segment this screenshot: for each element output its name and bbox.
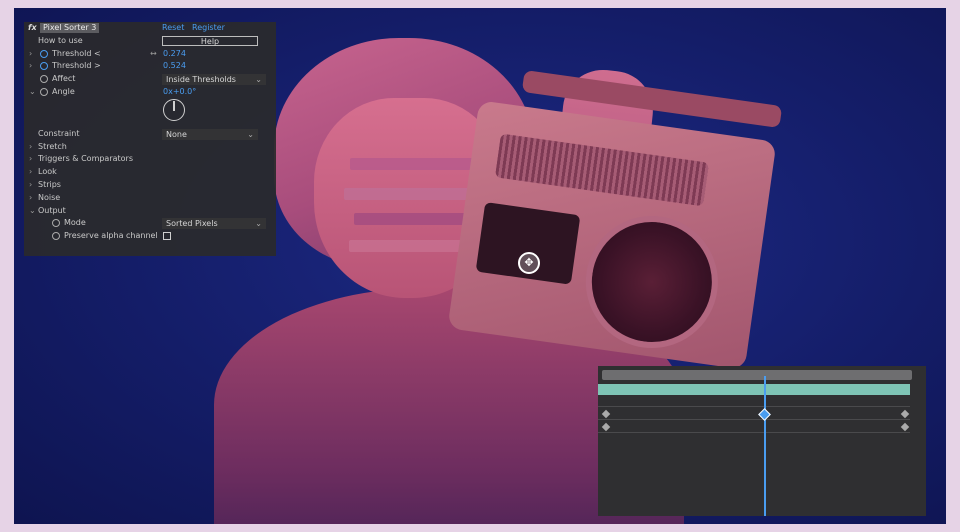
effect-name[interactable]: Pixel Sorter 3 [40,23,100,33]
help-button[interactable]: Help [162,35,258,46]
group-strips[interactable]: › Strips [24,179,276,192]
timeline-panel[interactable] [598,366,926,516]
stopwatch-icon[interactable] [52,232,60,241]
constraint-row: Constraint None ⌄ [24,128,276,141]
how-to-use-label: How to use [38,35,83,45]
track-divider [598,406,910,407]
track-divider [598,419,910,420]
group-label: Look [38,167,57,177]
fx-badge-icon[interactable]: fx [28,22,37,35]
keyframe-diamond-icon[interactable] [601,409,611,419]
keyframe-diamond-icon[interactable] [900,409,910,419]
keyframe-diamond-icon[interactable] [900,422,910,432]
mode-value: Sorted Pixels [166,219,218,229]
chevron-right-icon: › [29,179,33,189]
register-link[interactable]: Register [192,22,225,35]
threshold-gt-label: Threshold > [52,61,101,71]
boombox-speaker [577,207,727,357]
effect-controls-panel: fx Pixel Sorter 3 Reset Register How to … [24,22,276,256]
composition-viewer[interactable]: ✥ fx Pixel Sorter 3 Reset Register How t… [14,8,946,524]
group-label: Stretch [38,141,67,151]
group-look[interactable]: › Look [24,166,276,179]
stopwatch-icon[interactable] [40,75,48,84]
stopwatch-icon[interactable] [52,219,60,228]
angle-value[interactable]: 0x+0.0° [163,86,196,99]
group-label: Output [38,205,66,215]
preserve-alpha-label: Preserve alpha channel [64,231,158,241]
affect-row: Affect Inside Thresholds ⌄ [24,73,276,86]
threshold-gt-value[interactable]: 0.524 [163,60,186,73]
chevron-right-icon[interactable]: › [29,48,32,61]
threshold-gt-row: › Threshold > 0.524 [24,60,276,73]
mode-row: Mode Sorted Pixels ⌄ [24,217,276,230]
stopwatch-icon[interactable] [40,49,48,58]
anchor-point-icon[interactable]: ✥ [518,252,540,274]
constraint-dropdown[interactable]: None ⌄ [162,128,258,140]
chevron-down-icon: ⌄ [29,205,36,215]
preserve-alpha-row: Preserve alpha channel [24,230,276,243]
group-output[interactable]: ⌄ Output [24,205,276,218]
preserve-alpha-checkbox[interactable] [163,232,171,241]
stopwatch-icon[interactable] [40,87,48,96]
angle-dial-icon[interactable] [163,98,185,121]
group-noise[interactable]: › Noise [24,192,276,205]
group-triggers[interactable]: › Triggers & Comparators [24,153,276,166]
chevron-right-icon[interactable]: › [29,60,32,73]
boombox-grill [494,133,709,207]
playhead[interactable] [764,376,766,516]
constraint-label: Constraint [38,128,80,138]
effect-header-row: fx Pixel Sorter 3 Reset Register [24,22,276,35]
angle-label: Angle [52,86,75,96]
chevron-down-icon: ⌄ [255,75,262,85]
how-to-use-row: How to use Help [24,35,276,48]
constraint-value: None [166,129,187,139]
stopwatch-icon[interactable] [40,62,48,71]
time-navigator[interactable] [602,370,912,380]
keyframe-diamond-icon[interactable] [601,422,611,432]
affect-label: Affect [52,74,76,84]
chevron-down-icon[interactable]: ⌄ [29,86,36,99]
chevron-right-icon: › [29,141,33,151]
layer-duration-bar[interactable] [598,384,910,395]
track-divider [598,432,910,433]
threshold-lt-label: Threshold < [52,48,101,58]
group-stretch[interactable]: › Stretch [24,141,276,154]
scrub-cursor-icon: ↔ [150,48,157,58]
mode-dropdown[interactable]: Sorted Pixels ⌄ [162,218,266,230]
chevron-right-icon: › [29,154,33,164]
affect-value: Inside Thresholds [166,75,236,85]
group-label: Strips [38,179,61,189]
angle-dial-row [24,98,276,128]
threshold-lt-row: › Threshold < ↔ 0.274 [24,48,276,61]
chevron-down-icon: ⌄ [255,219,262,229]
angle-row: ⌄ Angle 0x+0.0° [24,86,276,99]
chevron-down-icon: ⌄ [247,129,254,139]
chevron-right-icon: › [29,167,33,177]
mode-label: Mode [64,218,86,228]
reset-link[interactable]: Reset [162,22,184,35]
group-label: Noise [38,192,61,202]
affect-dropdown[interactable]: Inside Thresholds ⌄ [162,74,266,86]
boombox [447,100,777,370]
group-label: Triggers & Comparators [38,154,134,164]
chevron-right-icon: › [29,192,33,202]
threshold-lt-value[interactable]: 0.274 [163,48,186,61]
